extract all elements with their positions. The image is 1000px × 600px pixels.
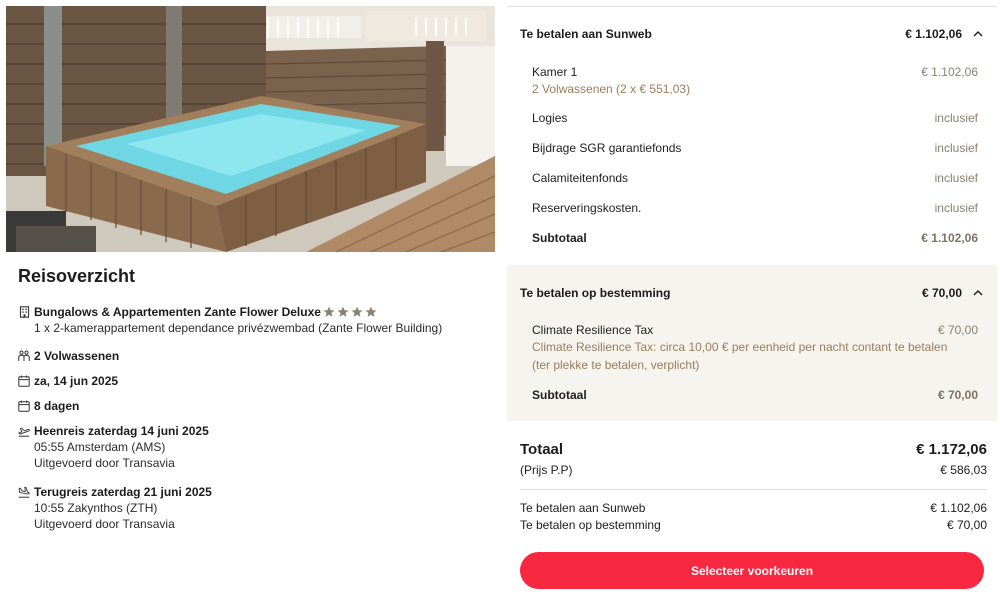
duration-text: 8 dagen [34,399,80,413]
room-detail: 2 Volwassenen (2 x € 551,03) [532,82,691,96]
pay-destination-label: Te betalen op bestemming [520,286,671,300]
plane-departure-icon [18,424,30,438]
total-line: Totaal € 1.172,06 [520,442,987,458]
divider [520,489,987,490]
calendar-icon [18,399,30,413]
building-icon [18,305,30,319]
travelers-text: 2 Volwassenen [34,349,120,363]
room-label: Kamer 1 [532,65,578,79]
star-icon [323,306,335,317]
subtotal-amount: € 70,00 [937,388,978,402]
people-icon [18,349,30,363]
duration-row: 8 dagen [18,398,79,414]
room-description: 1 x 2-kamerappartement dependance privéz… [34,321,443,335]
divider [507,6,997,7]
price-item-value: inclusief [934,201,978,215]
price-per-person-amount: € 586,03 [940,463,987,477]
tax-amount: € 70,00 [937,323,978,337]
total-amount: € 1.172,06 [916,441,987,458]
price-item-value: inclusief [934,171,978,185]
hotel-name[interactable]: Bungalows & Appartementen Zante Flower D… [34,304,321,320]
departure-date: za, 14 jun 2025 [34,374,119,388]
tax-note-mandatory: (ter plekke te betalen, verplicht) [532,358,700,372]
return-title: Terugreis zaterdag 21 juni 2025 [34,485,212,499]
outbound-flight-row: Heenreis zaterdag 14 juni 2025 05:55 Ams… [18,423,209,471]
pay-sunweb-amount: € 1.102,06 [905,27,962,41]
price-item-value: inclusief [934,111,978,125]
total-label: Totaal [520,441,564,458]
plane-arrival-icon [18,485,30,499]
summary-sunweb-label: Te betalen aan Sunweb [520,501,646,515]
subtotal-amount: € 1.102,06 [921,231,978,245]
price-item: Bijdrage SGR garantiefonds inclusief [532,140,978,156]
price-item: Reserveringskosten. inclusief [532,200,978,216]
select-preferences-button[interactable]: Selecteer voorkeuren [520,552,984,589]
subtotal-line: Subtotaal € 70,00 [532,387,978,403]
price-per-person-line: (Prijs P.P) € 586,03 [520,462,987,478]
date-row: za, 14 jun 2025 [18,373,118,389]
calendar-icon [18,374,30,388]
pay-sunweb-header[interactable]: Te betalen aan Sunweb € 1.102,06 [507,11,997,57]
pay-sunweb-details: Kamer 1 € 1.102,06 2 Volwassenen (2 x € … [507,57,997,263]
outbound-time-place: 05:55 Amsterdam (AMS) [34,440,166,454]
price-item: Calamiteitenfonds inclusief [532,170,978,186]
summary-sunweb-line: Te betalen aan Sunweb € 1.102,06 [520,500,987,516]
trip-overview-panel: Reisoverzicht Bungalows & Appartementen … [0,0,500,600]
return-operator: Uitgevoerd door Transavia [34,517,175,531]
price-per-person-label: (Prijs P.P) [520,463,573,477]
pay-destination-header[interactable]: Te betalen op bestemming € 70,00 [507,270,997,316]
pay-destination-details: Climate Resilience Tax € 70,00 Climate R… [507,316,997,420]
price-item: Logies inclusief [532,110,978,126]
return-time-place: 10:55 Zakynthos (ZTH) [34,501,158,515]
trip-overview-title: Reisoverzicht [18,266,136,286]
star-icon [337,306,349,317]
chevron-up-icon[interactable] [972,28,984,40]
price-item-value: inclusief [934,141,978,155]
room-amount: € 1.102,06 [921,65,978,79]
pay-sunweb-label: Te betalen aan Sunweb [520,27,652,41]
summary-destination-amount: € 70,00 [946,518,987,532]
return-flight-row: Terugreis zaterdag 21 juni 2025 10:55 Za… [18,484,212,532]
price-breakdown-panel: Te betalen aan Sunweb € 1.102,06 Kamer 1… [507,0,1000,600]
summary-destination-line: Te betalen op bestemming € 70,00 [520,517,987,533]
outbound-operator: Uitgevoerd door Transavia [34,456,175,470]
summary-sunweb-amount: € 1.102,06 [930,501,987,515]
accommodation-photo[interactable] [6,6,495,252]
subtotal-line: Subtotaal € 1.102,06 [532,230,978,246]
star-icon [351,306,363,317]
subtotal-label: Subtotaal [532,231,587,245]
summary-destination-label: Te betalen op bestemming [520,518,661,532]
price-item-label: Logies [532,111,568,125]
star-icon [365,306,377,317]
hotel-star-rating [323,306,377,318]
tax-note: Climate Resilience Tax: circa 10,00 € pe… [532,340,948,354]
room-line: Kamer 1 € 1.102,06 [532,64,978,80]
subtotal-label: Subtotaal [532,388,587,402]
price-item-label: Reserveringskosten. [532,201,642,215]
pay-destination-amount: € 70,00 [921,286,962,300]
tax-label: Climate Resilience Tax [532,323,654,337]
travelers-row: 2 Volwassenen [18,348,119,364]
price-item-label: Bijdrage SGR garantiefonds [532,141,682,155]
hotel-row: Bungalows & Appartementen Zante Flower D… [18,304,442,336]
price-item-label: Calamiteitenfonds [532,171,629,185]
tax-line: Climate Resilience Tax € 70,00 [532,322,978,338]
outbound-title: Heenreis zaterdag 14 juni 2025 [34,424,209,438]
chevron-up-icon[interactable] [972,287,984,299]
